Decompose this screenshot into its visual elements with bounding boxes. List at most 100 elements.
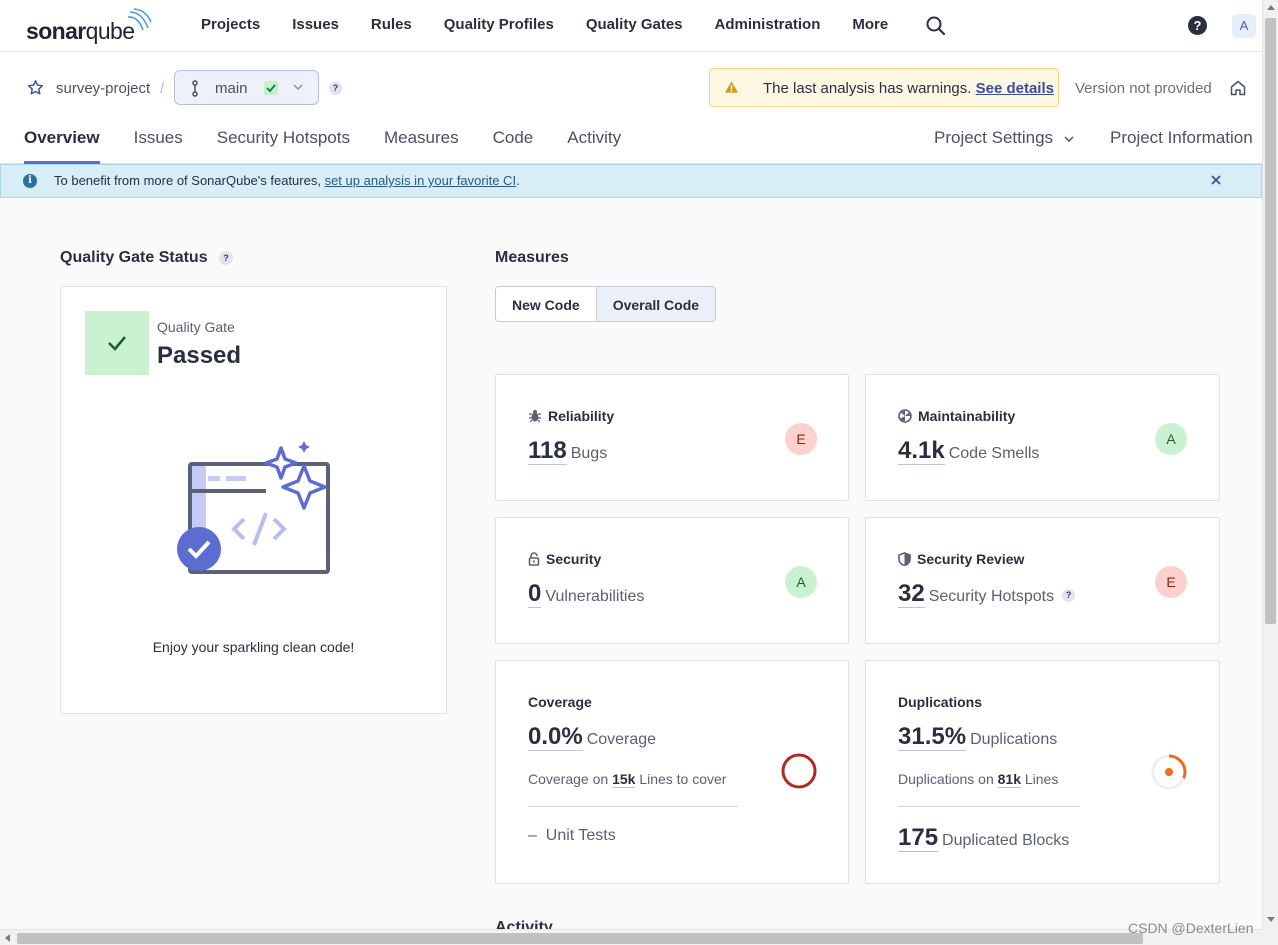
tab-issues[interactable]: Issues: [134, 116, 183, 164]
reliability-rating[interactable]: E: [785, 423, 817, 455]
nav-rules[interactable]: Rules: [355, 0, 428, 52]
coverage-header: Coverage: [528, 694, 592, 710]
clean-code-illustration: [177, 441, 330, 574]
vulnerabilities-count-link[interactable]: 0: [528, 580, 542, 608]
project-header: survey-project / main ? The last analysi…: [0, 52, 1262, 164]
nav-projects[interactable]: Projects: [185, 0, 276, 52]
security-hotspots-help-icon[interactable]: ?: [1062, 589, 1076, 602]
warning-icon: [724, 81, 739, 93]
duplications-lines: Duplications on 81k Lines: [898, 771, 1059, 788]
favorite-star-icon[interactable]: [27, 79, 44, 96]
branch-passed-check-icon: [264, 81, 278, 95]
chevron-down-icon: [293, 84, 303, 90]
logo-text: sonarqube: [26, 18, 135, 44]
code-smells-count-link[interactable]: 4.1k: [898, 437, 945, 465]
bugs-count-link[interactable]: 118: [528, 437, 567, 465]
security-title: Security: [546, 551, 602, 567]
duplicated-lines-link[interactable]: 81k: [997, 771, 1021, 788]
quality-gate-help-icon[interactable]: ?: [219, 251, 233, 265]
tab-code[interactable]: Code: [493, 116, 534, 164]
chevron-down-icon: [1064, 136, 1074, 142]
watermark: CSDN @DexterLien: [1128, 920, 1254, 936]
horizontal-scrollbar[interactable]: [0, 929, 1262, 945]
vertical-scrollbar[interactable]: [1262, 0, 1278, 929]
vertical-scroll-thumb[interactable]: [1265, 18, 1276, 624]
new-code-button[interactable]: New Code: [496, 287, 596, 321]
shield-icon: [898, 552, 911, 566]
unit-tests-label: Unit Tests: [545, 827, 616, 844]
horizontal-scroll-thumb[interactable]: [17, 933, 1143, 944]
quality-gate-message: Enjoy your sparkling clean code!: [152, 639, 355, 655]
maintainability-rating[interactable]: A: [1155, 423, 1187, 455]
duplications-value: 31.5% Duplications: [898, 723, 1057, 751]
duplications-divider: [898, 806, 1080, 807]
security-review-title: Security Review: [917, 551, 1025, 567]
main-nav: Projects Issues Rules Quality Profiles Q…: [185, 0, 904, 52]
security-hotspots-count-link[interactable]: 32: [898, 580, 925, 608]
code-smell-icon: [898, 409, 912, 423]
overall-code-button[interactable]: Overall Code: [595, 287, 716, 321]
security-value: 0 Vulnerabilities: [528, 580, 644, 608]
home-icon[interactable]: [1229, 79, 1247, 97]
maintainability-card: Maintainability 4.1k Code Smells A: [865, 374, 1220, 501]
coverage-divider: [528, 806, 738, 807]
security-review-rating[interactable]: E: [1155, 566, 1187, 598]
check-icon: [108, 336, 126, 351]
nav-quality-gates[interactable]: Quality Gates: [570, 0, 699, 52]
project-name-breadcrumb[interactable]: survey-project: [56, 80, 150, 97]
unit-tests: – Unit Tests: [528, 827, 616, 845]
project-tabs: Overview Issues Security Hotspots Measur…: [24, 116, 655, 164]
nav-administration[interactable]: Administration: [699, 0, 837, 52]
duplicated-blocks-count-link[interactable]: 175: [898, 824, 939, 852]
help-icon[interactable]: ?: [1188, 16, 1207, 35]
security-hotspots-label: Security Hotspots: [928, 588, 1055, 605]
code-scope-toggle: New Code Overall Code: [495, 286, 717, 322]
nav-quality-profiles[interactable]: Quality Profiles: [428, 0, 570, 52]
coverage-card: Coverage 0.0% Coverage Coverage on 15k Li…: [495, 660, 849, 884]
bugs-label: Bugs: [570, 445, 608, 462]
vulnerabilities-label: Vulnerabilities: [545, 588, 645, 605]
tab-security-hotspots[interactable]: Security Hotspots: [217, 116, 350, 164]
quality-gate-passed-badge: [85, 311, 149, 375]
coverage-value: 0.0% Coverage: [528, 723, 656, 751]
branch-help-icon[interactable]: ?: [329, 82, 342, 95]
see-details-link[interactable]: See details: [976, 80, 1054, 97]
scroll-left-arrow-icon[interactable]: [5, 934, 10, 942]
security-rating[interactable]: A: [785, 566, 817, 598]
breadcrumb-separator: /: [160, 80, 165, 97]
coverage-donut-chart[interactable]: [780, 752, 818, 790]
project-settings-menu[interactable]: Project Settings: [934, 128, 1074, 148]
reliability-card: Reliability 118 Bugs E: [495, 374, 849, 501]
reliability-title: Reliability: [548, 408, 615, 424]
search-icon[interactable]: [925, 15, 947, 37]
info-icon: i: [23, 174, 37, 188]
security-review-card: Security Review 32 Security Hotspots? E: [865, 517, 1220, 644]
scroll-down-arrow-icon[interactable]: [1267, 917, 1275, 922]
warning-message: The last analysis has warnings. See deta…: [763, 80, 1054, 97]
avatar[interactable]: A: [1232, 14, 1256, 38]
setup-ci-link[interactable]: set up analysis in your favorite CI: [325, 173, 516, 188]
project-information-link[interactable]: Project Information: [1110, 128, 1253, 148]
tab-overview[interactable]: Overview: [24, 116, 100, 164]
duplications-percent-link[interactable]: 31.5%: [898, 723, 967, 751]
reliability-header: Reliability: [528, 408, 614, 424]
coverage-percent-link[interactable]: 0.0%: [528, 723, 583, 751]
close-icon[interactable]: [1210, 174, 1222, 186]
quality-gate-label: Quality Gate: [157, 319, 235, 335]
unit-tests-value: –: [528, 827, 537, 844]
lines-to-cover-link[interactable]: 15k: [612, 771, 636, 788]
quality-gate-status: Passed: [157, 342, 242, 369]
scroll-up-arrow-icon[interactable]: [1267, 5, 1275, 10]
ci-setup-banner: i To benefit from more of SonarQube's fe…: [0, 164, 1262, 198]
duplications-gauge-chart[interactable]: [1150, 753, 1188, 791]
measures-title: Measures: [495, 249, 569, 266]
project-version: Version not provided: [1075, 80, 1212, 97]
maintainability-header: Maintainability: [898, 408, 1015, 424]
nav-issues[interactable]: Issues: [276, 0, 355, 52]
security-card: Security 0 Vulnerabilities A: [495, 517, 849, 644]
nav-more[interactable]: More: [836, 0, 904, 52]
tab-activity[interactable]: Activity: [567, 116, 621, 164]
branch-selector[interactable]: main: [174, 70, 319, 105]
tab-measures[interactable]: Measures: [384, 116, 459, 164]
bug-icon: [529, 410, 541, 423]
